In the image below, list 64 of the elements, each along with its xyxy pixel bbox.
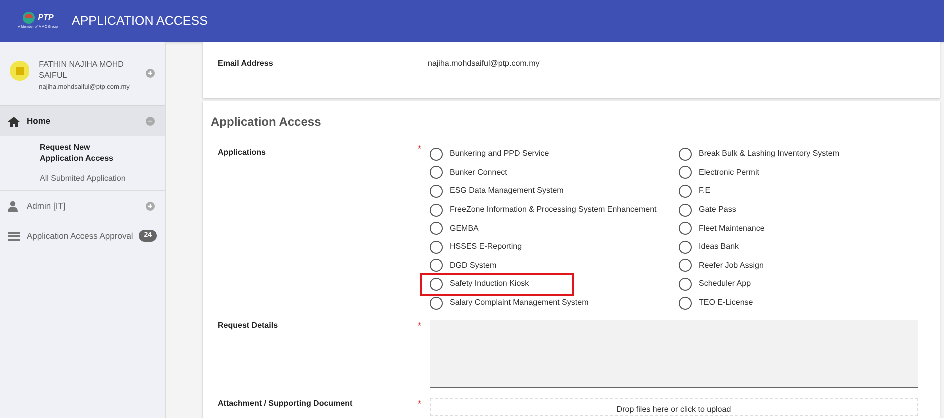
required-mark: *: [418, 320, 423, 334]
sidebar-label: Application Access Approval: [27, 230, 134, 242]
option-label: HSSES E-Reporting: [450, 241, 522, 254]
option-label: Break Bulk & Lashing Inventory System: [699, 148, 840, 160]
option-label: F.E: [699, 185, 711, 198]
field-label: Attachment / Supporting Document: [217, 398, 354, 410]
radio-button[interactable]: [679, 259, 692, 272]
option-label: FreeZone Information & Processing System Enhancement: [450, 204, 657, 216]
logo-icon: [22, 11, 36, 26]
option-label: Salary Complaint Management System: [450, 297, 589, 310]
request-details-field[interactable]: [430, 320, 918, 388]
avatar-icon: [10, 61, 30, 81]
sidebar-item[interactable]: Admin [IT]: [0, 191, 165, 221]
logo-text: PTP: [38, 12, 54, 24]
sidebar-subitem[interactable]: All Submited Application: [40, 173, 130, 184]
sidebar-label: Admin [IT]: [27, 200, 66, 212]
option-label: Fleet Maintenance: [699, 222, 765, 235]
option-label: GEMBA: [450, 222, 479, 235]
user-name: FATHIN NAJIHA MOHD SAIFUL: [39, 59, 125, 81]
option-label: Bunkering and PPD Service: [450, 148, 550, 160]
option-label: Scheduler App: [699, 278, 752, 290]
list-icon: [8, 230, 20, 242]
radio-button[interactable]: [430, 148, 443, 161]
option-label: Reefer Job Assign: [699, 260, 764, 272]
radio-button[interactable]: [679, 204, 692, 217]
user-icon: [8, 200, 20, 212]
field-label: Request Details: [217, 320, 280, 332]
drop-zone-text: Drop files here or click to upload: [616, 404, 732, 416]
home-icon: [8, 116, 20, 126]
file-drop-zone[interactable]: Drop files here or click to upload: [430, 398, 918, 416]
option-label: Gate Pass: [699, 204, 736, 216]
sidebar-label: Home: [27, 114, 51, 128]
option-label: Safety Induction Kiosk: [450, 278, 530, 290]
sidebar-item[interactable]: Home: [0, 106, 165, 136]
section-title: Application Access: [211, 114, 322, 131]
radio-button[interactable]: [679, 148, 692, 161]
radio-button[interactable]: [679, 278, 692, 291]
radio-button[interactable]: [679, 184, 692, 198]
required-mark: *: [418, 143, 423, 156]
app-title: APPLICATION ACCESS: [72, 12, 208, 30]
radio-button[interactable]: [679, 222, 692, 236]
option-label: Bunker Connect: [450, 166, 508, 179]
radio-button[interactable]: [430, 278, 443, 291]
option-label: DGD System: [450, 260, 497, 272]
field-label: Email Address: [218, 58, 274, 70]
radio-button[interactable]: [679, 296, 692, 310]
option-label: Ideas Bank: [699, 241, 740, 254]
expand-icon: [146, 69, 155, 78]
radio-button[interactable]: [679, 166, 692, 180]
radio-button[interactable]: [430, 184, 443, 198]
required-mark: *: [418, 398, 423, 412]
email-value: najiha.mohdsaiful@ptp.com.my: [428, 58, 540, 70]
option-label: Electronic Permit: [699, 166, 760, 179]
radio-button[interactable]: [679, 240, 692, 254]
option-label: TEO E-License: [699, 297, 754, 310]
radio-button[interactable]: [430, 166, 443, 180]
radio-button[interactable]: [430, 259, 443, 272]
sidebar-subitem[interactable]: Request New Application Access: [40, 142, 130, 164]
radio-button[interactable]: [430, 296, 443, 310]
field-label: Applications: [217, 147, 268, 159]
option-label: ESG Data Management System: [450, 185, 564, 198]
radio-button[interactable]: [430, 240, 443, 254]
radio-button[interactable]: [430, 222, 443, 236]
radio-button[interactable]: [430, 204, 443, 217]
